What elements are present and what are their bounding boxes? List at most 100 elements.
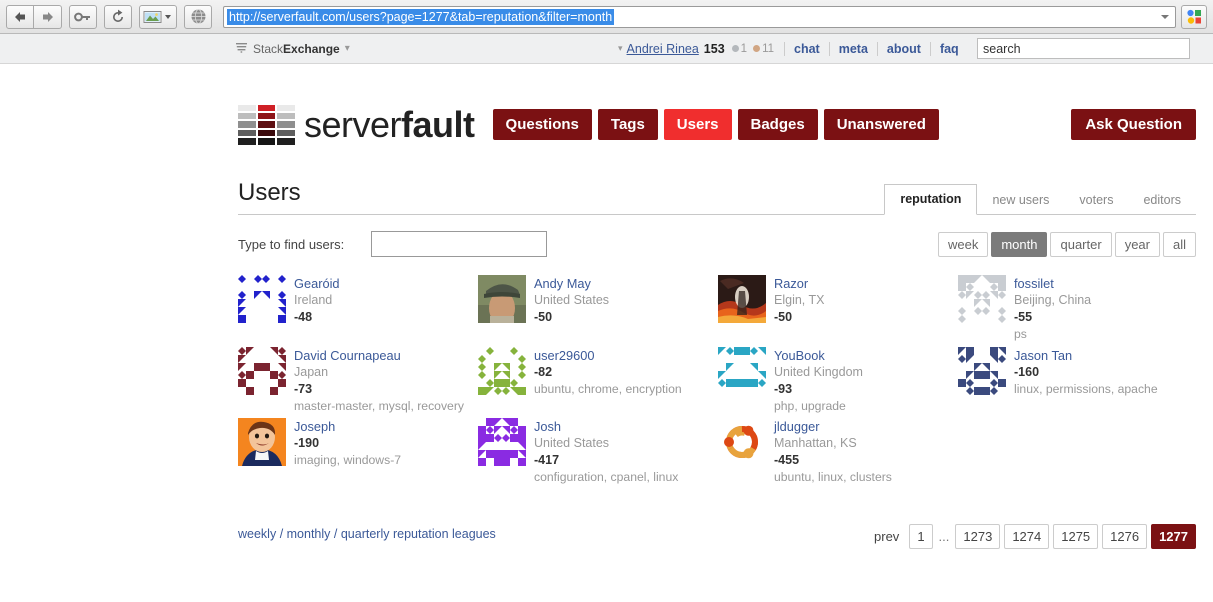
tab-reputation[interactable]: reputation — [884, 184, 978, 215]
user-name-link[interactable]: Razor — [774, 276, 825, 292]
user-info: David Cournapeau Japan -73 master-master, m… — [294, 347, 474, 414]
reputation-value: 153 — [703, 41, 725, 56]
user-info: YouBook United Kingdom -93 php, upgrade — [774, 347, 954, 414]
topbar-link-chat[interactable]: chat — [784, 41, 829, 56]
nav-questions[interactable]: Questions — [492, 109, 592, 140]
nav-tags[interactable]: Tags — [597, 109, 658, 140]
user-name-link[interactable]: Andy May — [534, 276, 609, 292]
user-menu-caret-icon[interactable]: ▾ — [618, 43, 623, 54]
avatar[interactable] — [718, 275, 766, 323]
user-tags[interactable]: master-master, mysql, recovery — [294, 398, 474, 414]
user-name-link[interactable]: Gearóid — [294, 276, 340, 292]
user-info: Joseph -190 imaging, windows-7 — [294, 418, 474, 485]
reload-icon[interactable] — [104, 4, 132, 29]
user-card: David Cournapeau Japan -73 master-master, m… — [238, 347, 478, 418]
user-name-link[interactable]: jldugger — [774, 419, 954, 435]
globe-icon[interactable] — [184, 4, 212, 29]
user-location: Beijing, China — [1014, 293, 1092, 307]
forward-icon[interactable] — [34, 4, 62, 29]
user-tags[interactable]: configuration, cpanel, linux — [534, 469, 714, 485]
tab-voters[interactable]: voters — [1064, 186, 1128, 215]
hamburger-icon — [236, 42, 247, 56]
user-reputation: -190 — [294, 436, 320, 450]
avatar[interactable] — [718, 347, 766, 395]
user-extra-text: ps — [1014, 327, 1027, 341]
avatar[interactable] — [958, 347, 1006, 395]
pagination-page[interactable]: 1274 — [1004, 524, 1050, 549]
tab-new-users[interactable]: new users — [977, 186, 1064, 215]
back-icon[interactable] — [6, 4, 34, 29]
topbar-link-about[interactable]: about — [876, 41, 930, 56]
stackexchange-network-menu[interactable]: StackExchange ▾ — [236, 42, 350, 56]
user-list: Gearóid Ireland -48 Andy May United States -… — [238, 275, 1196, 489]
user-tags[interactable]: linux, permissions, apache — [1014, 381, 1194, 397]
user-reputation: -55 — [1014, 310, 1033, 324]
user-tags[interactable]: php, upgrade — [774, 398, 954, 414]
avatar[interactable] — [718, 418, 766, 466]
period-all[interactable]: all — [1162, 232, 1196, 257]
address-dropdown-icon[interactable] — [1161, 14, 1169, 19]
image-icon[interactable] — [139, 4, 177, 29]
user-name-link[interactable]: Jason Tan — [1014, 348, 1194, 364]
pagination-page[interactable]: 1275 — [1053, 524, 1099, 549]
google-search-button[interactable] — [1181, 4, 1207, 29]
user-tags[interactable]: ubuntu, chrome, encryption — [534, 381, 714, 397]
avatar[interactable] — [478, 275, 526, 323]
user-location: Manhattan, KS — [774, 436, 857, 450]
user-reputation: -455 — [774, 453, 800, 467]
period-year[interactable]: year — [1114, 232, 1160, 257]
league-monthly[interactable]: monthly — [287, 527, 331, 541]
user-location: United States — [534, 293, 610, 307]
key-icon[interactable] — [69, 4, 97, 29]
profile-link[interactable]: Andrei Rinea — [627, 42, 699, 56]
pagination-current-page[interactable]: 1277 — [1151, 524, 1196, 549]
pagination-page[interactable]: 1273 — [955, 524, 1001, 549]
avatar[interactable] — [238, 418, 286, 466]
nav-unanswered[interactable]: Unanswered — [823, 109, 939, 140]
nav-users[interactable]: Users — [663, 109, 732, 140]
nav-button-group — [6, 4, 62, 29]
user-name-link[interactable]: YouBook — [774, 348, 954, 364]
period-month[interactable]: month — [991, 232, 1048, 257]
primary-nav: Questions Tags Users Badges Unanswered — [492, 109, 945, 140]
avatar[interactable] — [958, 275, 1006, 323]
user-name-link[interactable]: David Cournapeau — [294, 348, 474, 364]
user-name-link[interactable]: Joseph — [294, 419, 474, 435]
league-quarterly[interactable]: quarterly reputation leagues — [341, 527, 496, 541]
nav-badges[interactable]: Badges — [737, 109, 818, 140]
avatar[interactable] — [478, 418, 526, 466]
password-button-group — [69, 4, 97, 29]
avatar[interactable] — [238, 347, 286, 395]
user-tags[interactable]: ubuntu, linux, clusters — [774, 469, 954, 485]
user-tags[interactable]: imaging, windows-7 — [294, 452, 474, 468]
find-users-input[interactable] — [371, 231, 547, 257]
pagination-prev[interactable]: prev — [874, 529, 899, 544]
site-search-input[interactable]: search — [977, 38, 1190, 59]
pagination-page[interactable]: 1276 — [1102, 524, 1148, 549]
period-week[interactable]: week — [937, 232, 989, 257]
user-location: United States — [534, 436, 610, 450]
user-name-link[interactable]: user29600 — [534, 348, 714, 364]
site-logo[interactable]: serverfault — [238, 104, 475, 146]
tab-editors[interactable]: editors — [1128, 186, 1196, 215]
user-name-link[interactable]: fossilet — [1014, 276, 1091, 292]
ask-question-button[interactable]: Ask Question — [1071, 109, 1196, 140]
topbar-link-meta[interactable]: meta — [828, 41, 877, 56]
league-weekly[interactable]: weekly — [238, 527, 276, 541]
silver-badge-count: 1 — [740, 42, 748, 55]
user-location: United Kingdom — [774, 365, 863, 379]
period-quarter[interactable]: quarter — [1050, 232, 1112, 257]
topbar-link-faq[interactable]: faq — [929, 41, 968, 56]
user-info: fossilet Beijing, China -55 ps — [1014, 275, 1091, 343]
avatar[interactable] — [238, 275, 286, 323]
user-name-link[interactable]: Josh — [534, 419, 714, 435]
user-card: fossilet Beijing, China -55 ps — [958, 275, 1198, 347]
topbar-user-area: ▾ Andrei Rinea 153 1 11 chat meta about … — [618, 41, 968, 56]
address-bar[interactable]: http://serverfault.com/users?page=1277&t… — [223, 5, 1176, 28]
user-filter-row: Type to find users: week month quarter y… — [238, 231, 1196, 261]
pagination-page[interactable]: 1 — [909, 524, 933, 549]
user-info: Razor Elgin, TX -50 — [774, 275, 825, 343]
avatar[interactable] — [478, 347, 526, 395]
page-footer: weekly / monthly / quarterly reputation … — [238, 524, 1196, 561]
user-location: Japan — [294, 365, 329, 379]
